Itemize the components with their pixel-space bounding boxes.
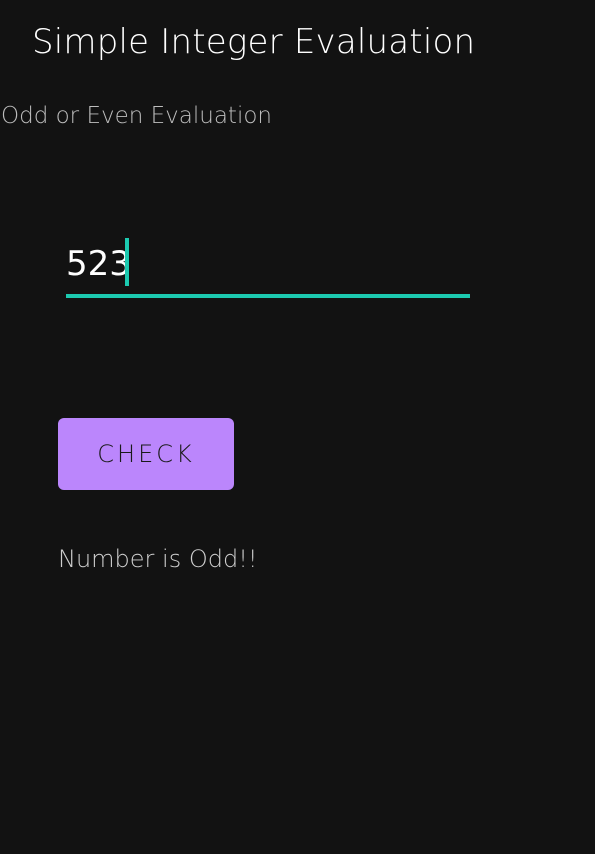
input-underline	[66, 294, 470, 298]
page-subtitle: Odd or Even Evaluation	[1, 103, 272, 129]
check-button[interactable]: CHECK	[58, 418, 234, 490]
app-title: Simple Integer Evaluation	[32, 22, 476, 62]
number-input-container[interactable]	[66, 236, 470, 298]
text-cursor	[125, 238, 129, 286]
result-text: Number is Odd!!	[58, 545, 258, 573]
